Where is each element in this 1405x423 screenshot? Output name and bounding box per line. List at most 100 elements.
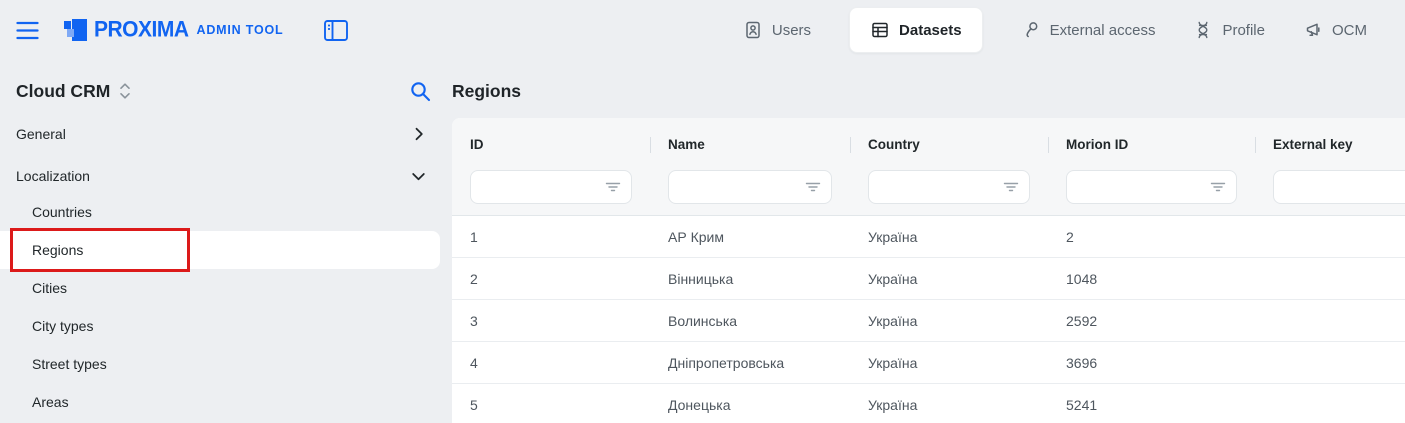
sidebar-nav: General Localization Countries Regions Citie…: [0, 113, 440, 421]
filter-input-morion-id[interactable]: [1066, 170, 1237, 204]
proxima-logo-mark: [63, 18, 88, 42]
chevron-down-icon: [411, 169, 426, 184]
cell-morion-id: 2592: [1048, 313, 1255, 329]
sidebar-item-areas[interactable]: Areas: [0, 383, 440, 421]
chevron-right-icon: [412, 127, 426, 141]
sidebar-item-city-types[interactable]: City types: [0, 307, 440, 345]
column-header-row: IDNameCountryMorion IDExternal key: [452, 136, 1405, 154]
cell-country: Україна: [850, 355, 1048, 371]
sidebar-item-street-types[interactable]: Street types: [0, 345, 440, 383]
cell-id: 3: [452, 313, 650, 329]
filter-box: [1273, 170, 1405, 204]
cell-id: 1: [452, 229, 650, 245]
column-header-name[interactable]: Name: [650, 136, 850, 154]
panel-toggle-icon[interactable]: [323, 19, 349, 42]
nav-item-label: Profile: [1222, 22, 1265, 39]
section-label: General: [16, 126, 66, 142]
cell-country: Україна: [850, 397, 1048, 413]
filter-cell-external-key: [1255, 170, 1405, 204]
megaphone-icon: [1303, 20, 1323, 40]
nav-item-label: Datasets: [899, 22, 962, 39]
table-row[interactable]: 3ВолинськаУкраїна2592: [452, 300, 1405, 342]
cell-morion-id: 3696: [1048, 355, 1255, 371]
filter-input-country[interactable]: [868, 170, 1030, 204]
table-row[interactable]: 1АР КримУкраїна2: [452, 216, 1405, 258]
filter-cell-id: [452, 170, 650, 204]
table-row[interactable]: 5ДонецькаУкраїна5241: [452, 384, 1405, 423]
sidebar-section-localization[interactable]: Localization: [0, 155, 440, 197]
nav-item-datasets[interactable]: Datasets: [849, 7, 983, 53]
column-header-id[interactable]: ID: [452, 136, 650, 154]
filter-cell-country: [850, 170, 1048, 204]
sidebar-header: Cloud CRM: [16, 73, 432, 109]
regions-table: IDNameCountryMorion IDExternal key 1АР К…: [452, 118, 1405, 423]
table-header: IDNameCountryMorion IDExternal key: [452, 118, 1405, 216]
proxima-logo[interactable]: PROXIMA ADMIN TOOL: [63, 18, 283, 42]
sidebar-item-regions[interactable]: Regions: [0, 231, 440, 269]
filter-box: [668, 170, 832, 204]
filter-input-name[interactable]: [668, 170, 832, 204]
search-icon[interactable]: [409, 80, 432, 103]
filter-box: [470, 170, 632, 204]
key-icon: [1021, 20, 1041, 40]
filter-cell-morion-id: [1048, 170, 1255, 204]
brand-suffix: ADMIN TOOL: [197, 23, 284, 37]
cell-name: Донецька: [650, 397, 850, 413]
sidebar-sublist-localization: Countries Regions Cities City types Street t…: [0, 193, 440, 421]
page-title: Regions: [452, 81, 1405, 102]
nav-item-profile[interactable]: Profile: [1193, 20, 1265, 40]
column-header-external-key[interactable]: External key: [1255, 136, 1405, 154]
dna-icon: [1193, 20, 1213, 40]
filter-input-id[interactable]: [470, 170, 632, 204]
filter-cell-name: [650, 170, 850, 204]
sidebar-item-label: Cities: [32, 280, 67, 296]
cell-country: Україна: [850, 313, 1048, 329]
cell-id: 5: [452, 397, 650, 413]
filter-box: [1066, 170, 1237, 204]
nav-item-label: Users: [772, 22, 811, 39]
sidebar-section-general[interactable]: General: [0, 113, 440, 155]
nav-item-external-access[interactable]: External access: [1021, 20, 1156, 40]
column-header-country[interactable]: Country: [850, 136, 1048, 154]
section-label: Localization: [16, 168, 90, 184]
brand-name: PROXIMA: [94, 17, 189, 42]
column-header-morion-id[interactable]: Morion ID: [1048, 136, 1255, 154]
topbar: PROXIMA ADMIN TOOL Users Datasets External…: [0, 0, 1405, 60]
table-row[interactable]: 4ДніпропетровськаУкраїна3696: [452, 342, 1405, 384]
filter-input-external-key[interactable]: [1273, 170, 1405, 204]
hamburger-menu-icon[interactable]: [16, 21, 39, 40]
cell-name: АР Крим: [650, 229, 850, 245]
nav-item-label: External access: [1050, 22, 1156, 39]
cell-country: Україна: [850, 271, 1048, 287]
nav-item-ocm[interactable]: OCM: [1303, 20, 1367, 40]
sidebar-item-cities[interactable]: Cities: [0, 269, 440, 307]
id-card-icon: [743, 20, 763, 40]
sidebar-item-label: Street types: [32, 356, 107, 372]
sidebar-item-label: Countries: [32, 204, 92, 220]
cell-morion-id: 5241: [1048, 397, 1255, 413]
dataset-title: Cloud CRM: [16, 81, 110, 102]
sidebar-item-label: City types: [32, 318, 93, 334]
filter-box: [868, 170, 1030, 204]
main-content: Regions IDNameCountryMorion IDExternal k…: [452, 60, 1405, 423]
sidebar-item-label: Areas: [32, 394, 69, 410]
sidebar: Cloud CRM General Localization Countries Re…: [0, 60, 440, 423]
filter-row: [452, 170, 1405, 204]
table-icon: [870, 20, 890, 40]
cell-id: 2: [452, 271, 650, 287]
cell-morion-id: 2: [1048, 229, 1255, 245]
cell-country: Україна: [850, 229, 1048, 245]
table-row[interactable]: 2ВінницькаУкраїна1048: [452, 258, 1405, 300]
nav-item-label: OCM: [1332, 22, 1367, 39]
nav-item-users[interactable]: Users: [743, 20, 811, 40]
sidebar-item-countries[interactable]: Countries: [0, 193, 440, 231]
cell-morion-id: 1048: [1048, 271, 1255, 287]
top-navigation: Users Datasets External access Profile OCM: [743, 7, 1367, 53]
cell-name: Дніпропетровська: [650, 355, 850, 371]
table-body: 1АР КримУкраїна22ВінницькаУкраїна10483Во…: [452, 216, 1405, 423]
cell-id: 4: [452, 355, 650, 371]
sidebar-item-label: Regions: [32, 242, 83, 258]
dataset-switcher-icon[interactable]: [119, 82, 131, 100]
cell-name: Вінницька: [650, 271, 850, 287]
cell-name: Волинська: [650, 313, 850, 329]
